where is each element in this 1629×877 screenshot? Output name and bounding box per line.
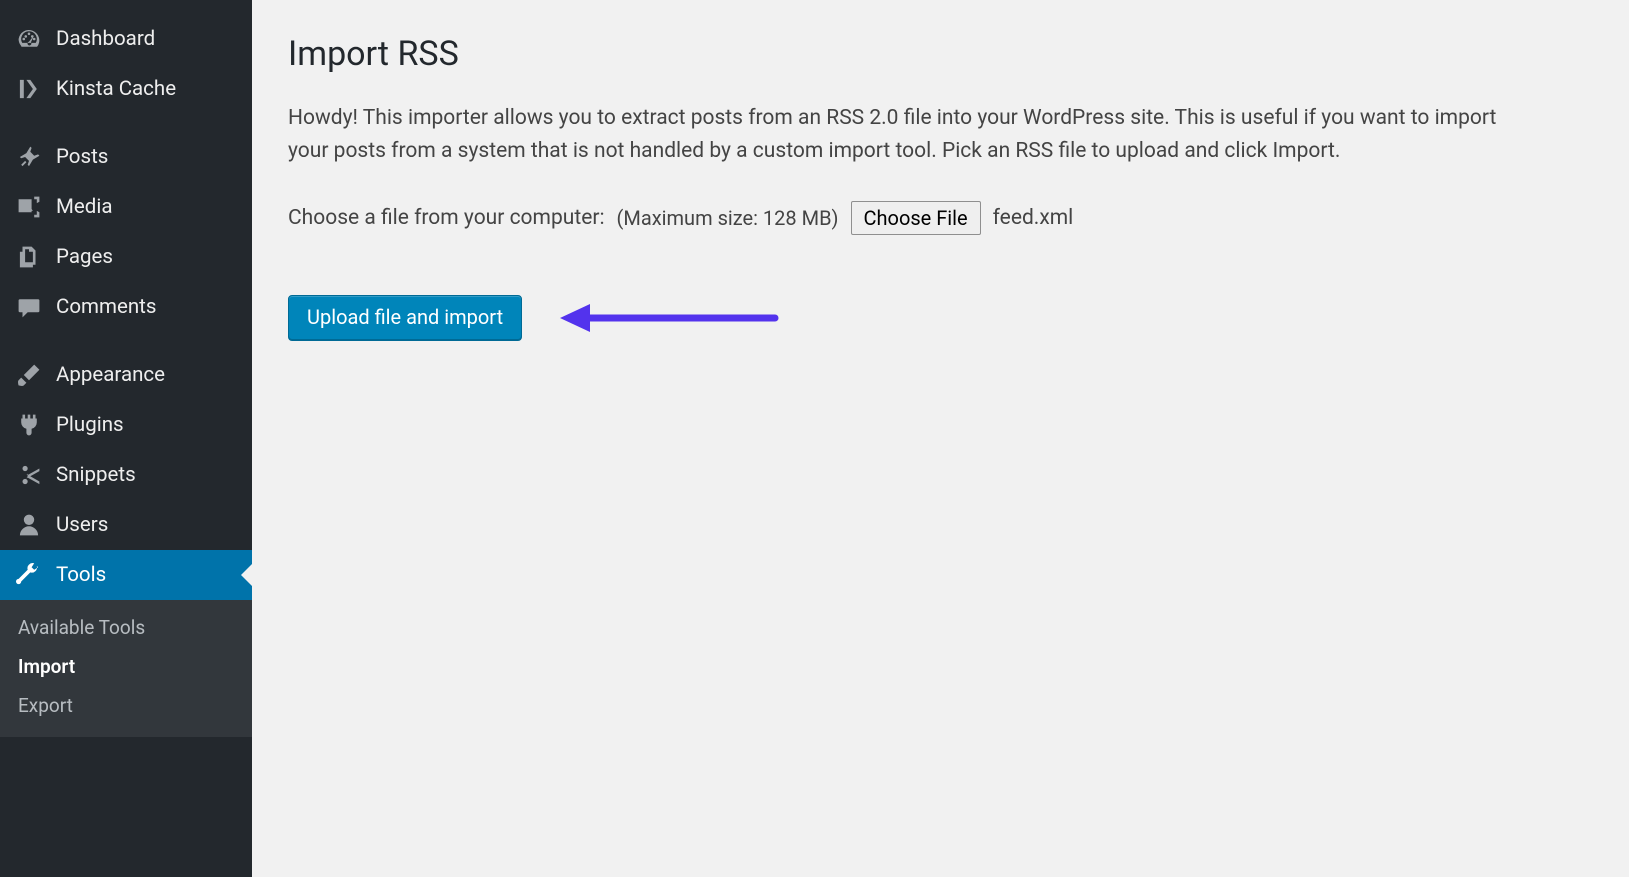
main-content: Import RSS Howdy! This importer allows y…	[252, 0, 1629, 877]
menu-separator	[0, 332, 252, 350]
sidebar-item-label: Dashboard	[56, 26, 155, 53]
brush-icon	[14, 360, 44, 390]
dashboard-icon	[14, 24, 44, 54]
action-row: Upload file and import	[288, 295, 1599, 340]
sidebar-item-pages[interactable]: Pages	[0, 232, 252, 282]
max-size-label: (Maximum size: 128 MB)	[617, 206, 839, 230]
sidebar-item-label: Snippets	[56, 462, 136, 489]
scissors-icon	[14, 460, 44, 490]
sidebar-item-plugins[interactable]: Plugins	[0, 400, 252, 450]
wrench-icon	[14, 560, 44, 590]
sidebar-item-media[interactable]: Media	[0, 182, 252, 232]
media-icon	[14, 192, 44, 222]
selected-file-name: feed.xml	[993, 206, 1074, 230]
annotation-arrow-icon	[560, 298, 780, 338]
sidebar-item-dashboard[interactable]: Dashboard	[0, 14, 252, 64]
sidebar-item-comments[interactable]: Comments	[0, 282, 252, 332]
pages-icon	[14, 242, 44, 272]
plug-icon	[14, 410, 44, 440]
sidebar-item-appearance[interactable]: Appearance	[0, 350, 252, 400]
page-title: Import RSS	[288, 34, 1599, 74]
choose-label: Choose a file from your computer:	[288, 206, 605, 230]
sidebar-item-snippets[interactable]: Snippets	[0, 450, 252, 500]
sidebar-item-label: Pages	[56, 244, 113, 271]
sidebar-item-label: Tools	[56, 562, 106, 589]
sidebar-item-kinsta-cache[interactable]: Kinsta Cache	[0, 64, 252, 114]
choose-file-button[interactable]: Choose File	[851, 201, 981, 235]
upload-import-button[interactable]: Upload file and import	[288, 295, 522, 340]
pin-icon	[14, 142, 44, 172]
sidebar-item-label: Plugins	[56, 412, 124, 439]
sidebar-submenu-tools: Available Tools Import Export	[0, 600, 252, 737]
sidebar-item-label: Posts	[56, 144, 108, 171]
sidebar-item-label: Appearance	[56, 362, 165, 389]
user-icon	[14, 510, 44, 540]
submenu-item-available-tools[interactable]: Available Tools	[0, 608, 252, 647]
sidebar-item-label: Comments	[56, 294, 156, 321]
submenu-item-export[interactable]: Export	[0, 686, 252, 725]
sidebar-item-tools[interactable]: Tools	[0, 550, 252, 600]
file-choose-row: Choose a file from your computer: (Maxim…	[288, 201, 1599, 235]
menu-separator	[0, 114, 252, 132]
kinsta-icon	[14, 74, 44, 104]
submenu-item-label: Export	[18, 694, 73, 717]
admin-sidebar: Dashboard Kinsta Cache Posts Media Pages…	[0, 0, 252, 877]
submenu-item-import[interactable]: Import	[0, 647, 252, 686]
sidebar-item-users[interactable]: Users	[0, 500, 252, 550]
sidebar-item-label: Users	[56, 512, 108, 539]
sidebar-item-label: Kinsta Cache	[56, 76, 176, 103]
submenu-item-label: Available Tools	[18, 616, 145, 639]
comments-icon	[14, 292, 44, 322]
submenu-item-label: Import	[18, 655, 75, 678]
intro-text: Howdy! This importer allows you to extra…	[288, 102, 1518, 167]
sidebar-item-posts[interactable]: Posts	[0, 132, 252, 182]
sidebar-item-label: Media	[56, 194, 112, 221]
